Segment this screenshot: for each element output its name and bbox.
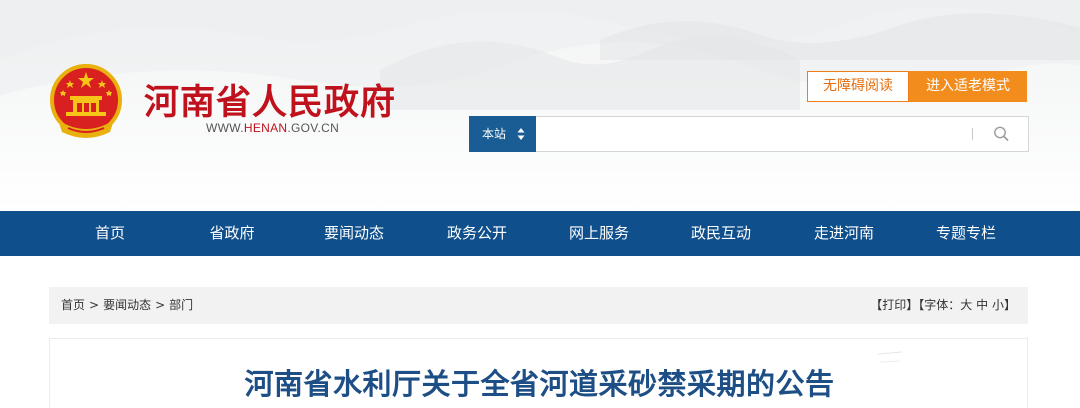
breadcrumb-separator: >	[89, 298, 100, 312]
nav-item-special-topics[interactable]: 专题专栏	[916, 211, 1016, 256]
breadcrumb-separator: >	[155, 298, 166, 312]
elder-mode-button[interactable]: 进入适老模式	[909, 71, 1027, 102]
breadcrumb-home[interactable]: 首页	[61, 298, 85, 312]
site-title[interactable]: 河南省人民政府	[144, 74, 396, 125]
breadcrumb: 首页 > 要闻动态 > 部门	[61, 287, 193, 324]
breadcrumb-department[interactable]: 部门	[169, 298, 193, 312]
breadcrumb-bar: 首页 > 要闻动态 > 部门 【打印】【字体：大 中 小】	[49, 287, 1028, 324]
font-medium-button[interactable]: 中	[976, 298, 988, 312]
nav-item-provincial-government[interactable]: 省政府	[182, 211, 282, 256]
domain-suffix: .GOV.CN	[287, 121, 340, 135]
site-header: 河南省人民政府 WWW.HENAN.GOV.CN 无障碍阅读 进入适老模式 本站	[0, 0, 1080, 211]
nav-item-about-henan[interactable]: 走进河南	[794, 211, 894, 256]
national-emblem-icon	[50, 64, 122, 138]
nav-item-news[interactable]: 要闻动态	[304, 211, 404, 256]
font-large-button[interactable]: 大	[960, 298, 972, 312]
search-bar: 本站	[469, 116, 1029, 152]
nav-item-government-affairs[interactable]: 政务公开	[427, 211, 527, 256]
domain-highlight: HENAN	[243, 121, 288, 135]
search-divider	[972, 128, 973, 140]
decorative-marks	[877, 351, 903, 363]
site-domain: WWW.HENAN.GOV.CN	[206, 121, 339, 135]
print-button[interactable]: 【打印】	[870, 298, 918, 312]
nav-item-home[interactable]: 首页	[60, 211, 160, 256]
font-size-prefix: 【字体：	[918, 298, 961, 312]
updown-arrows-icon	[517, 128, 525, 140]
font-size-suffix: 】	[1003, 298, 1016, 312]
breadcrumb-news[interactable]: 要闻动态	[103, 298, 151, 312]
search-scope-label: 本站	[482, 127, 507, 141]
nav-item-interaction[interactable]: 政民互动	[671, 211, 771, 256]
search-icon[interactable]	[991, 124, 1013, 144]
domain-prefix: WWW.	[206, 121, 244, 135]
nav-item-online-services[interactable]: 网上服务	[549, 211, 649, 256]
search-scope-select[interactable]: 本站	[469, 116, 536, 152]
main-nav: 首页 省政府 要闻动态 政务公开 网上服务 政民互动 走进河南 专题专栏	[0, 211, 1080, 256]
font-small-button[interactable]: 小	[992, 298, 1004, 312]
search-input[interactable]	[540, 121, 935, 147]
article-tools: 【打印】【字体：大 中 小】	[870, 287, 1016, 324]
accessibility-reading-button[interactable]: 无障碍阅读	[807, 71, 909, 102]
